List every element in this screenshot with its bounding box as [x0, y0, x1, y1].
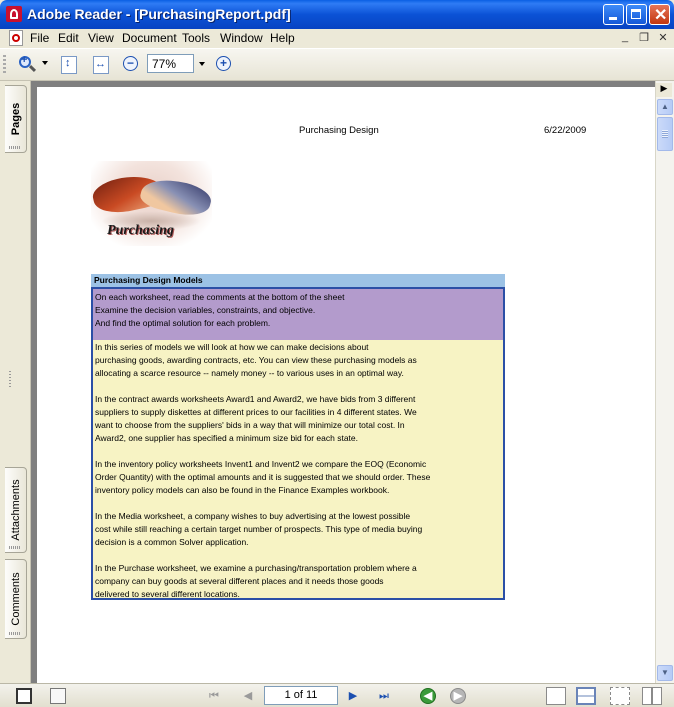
pdf-page: Purchasing Design 6/22/2009 Purchasing P…: [37, 87, 655, 683]
menu-help[interactable]: Help: [270, 31, 295, 45]
zoom-level-dropdown-icon[interactable]: [199, 62, 205, 66]
window-title: Adobe Reader - [PurchasingReport.pdf]: [27, 6, 291, 22]
zoom-in-button[interactable]: +: [216, 56, 231, 71]
toolbar: ↕ ↔ − 77% +: [0, 48, 674, 81]
previous-page-icon[interactable]: ◀: [240, 688, 256, 704]
intro-line: Examine the decision variables, constrai…: [95, 305, 316, 315]
body-line: decision is a common Solver application.: [95, 537, 249, 547]
facing-layout-icon[interactable]: [642, 687, 662, 705]
menu-file[interactable]: File: [30, 31, 49, 45]
continuous-layout-icon[interactable]: [576, 687, 596, 705]
body-line: allocating a scarce resource -- namely m…: [95, 368, 404, 378]
show-panels-icon[interactable]: [16, 688, 32, 704]
fit-width-button[interactable]: ↔: [90, 54, 112, 76]
body-line: inventory policy models can also be foun…: [95, 485, 390, 495]
tab-pages[interactable]: Pages: [5, 85, 27, 153]
next-page-icon[interactable]: ▶: [345, 688, 361, 704]
scroll-down-icon[interactable]: ▼: [657, 665, 673, 681]
body-section: In this series of models we will look at…: [93, 340, 503, 599]
document-properties-icon[interactable]: [50, 688, 66, 704]
intro-line: On each worksheet, read the comments at …: [95, 292, 345, 302]
pdf-document-icon[interactable]: [9, 30, 23, 46]
navigation-panel: Pages Attachments Comments: [0, 81, 31, 683]
menu-document[interactable]: Document: [122, 31, 177, 45]
minimize-window-button[interactable]: [603, 4, 624, 25]
toolbar-grip-icon[interactable]: [3, 55, 6, 75]
body-line: In the inventory policy worksheets Inven…: [95, 459, 427, 469]
single-page-layout-icon[interactable]: [546, 687, 566, 705]
first-page-icon[interactable]: ⏮: [206, 688, 222, 704]
adobe-reader-app-icon[interactable]: [6, 6, 22, 22]
zoom-out-button[interactable]: −: [123, 56, 138, 71]
fit-page-button[interactable]: ↕: [58, 54, 80, 76]
body-line: In this series of models we will look at…: [95, 342, 369, 352]
scrollbar-thumb[interactable]: [657, 117, 673, 151]
document-restore-button[interactable]: ❐: [636, 31, 652, 45]
menu-window[interactable]: Window: [220, 31, 263, 45]
document-minimize-button[interactable]: _: [617, 31, 633, 45]
body-line: cost while still reaching a certain targ…: [95, 524, 423, 534]
intro-section: On each worksheet, read the comments at …: [93, 289, 503, 340]
scroll-up-icon[interactable]: ▲: [657, 99, 673, 115]
show-panel-arrow-icon[interactable]: ▶: [656, 83, 672, 97]
tab-attachments-label: Attachments: [9, 479, 22, 541]
tab-attachments[interactable]: Attachments: [5, 467, 27, 553]
zoom-tool-dropdown-icon[interactable]: [42, 61, 48, 65]
page-number-field[interactable]: 1 of 11: [264, 686, 338, 705]
maximize-window-button[interactable]: [626, 4, 647, 25]
document-close-button[interactable]: ✕: [655, 31, 671, 45]
textbox-heading: Purchasing Design Models: [91, 274, 505, 287]
continuous-facing-layout-icon[interactable]: [610, 687, 630, 705]
menu-tools[interactable]: Tools: [182, 31, 210, 45]
body-line: suppliers to supply diskettes at differe…: [95, 407, 417, 417]
menu-view[interactable]: View: [88, 31, 114, 45]
vertical-scrollbar[interactable]: ▲ ▼: [655, 81, 674, 683]
body-line: company can buy goods at several differe…: [95, 576, 384, 586]
zoom-in-tool-button[interactable]: [16, 54, 38, 76]
maximize-icon: [631, 9, 641, 19]
body-line: want to choose from the suppliers' bids …: [95, 420, 405, 430]
body-line: delivered to several different locations…: [95, 589, 240, 599]
body-line: In the contract awards worksheets Award1…: [95, 394, 416, 404]
status-bar: ⏮ ◀ 1 of 11 ▶ ⏭ ◀ ▶: [0, 683, 674, 707]
title-bar: Adobe Reader - [PurchasingReport.pdf] ✕: [0, 0, 674, 29]
document-view[interactable]: Purchasing Design 6/22/2009 Purchasing P…: [31, 81, 655, 683]
go-back-icon[interactable]: ◀: [420, 688, 436, 704]
tab-comments-label: Comments: [9, 572, 22, 626]
body-line: Order Quantity) with the optimal amounts…: [95, 472, 431, 482]
textbox: On each worksheet, read the comments at …: [91, 287, 505, 600]
menu-edit[interactable]: Edit: [58, 31, 79, 45]
page-header-date: 6/22/2009: [544, 125, 587, 136]
last-page-icon[interactable]: ⏭: [376, 688, 392, 704]
handshake-image: Purchasing: [91, 161, 212, 246]
minimize-icon: [609, 17, 617, 20]
body-line: In the Purchase worksheet, we examine a …: [95, 563, 417, 573]
close-window-button[interactable]: ✕: [649, 4, 670, 25]
magnifier-icon: [28, 64, 37, 73]
intro-line: And find the optimal solution for each p…: [95, 318, 271, 328]
tab-pages-label: Pages: [9, 102, 22, 136]
panel-splitter-grip[interactable]: [9, 371, 11, 387]
body-line: purchasing goods, awarding contracts, et…: [95, 355, 417, 365]
close-icon: ✕: [654, 7, 668, 24]
body-line: In the Media worksheet, a company wishes…: [95, 511, 411, 521]
body-line: Award2, one supplier has specified a min…: [95, 433, 359, 443]
page-header-title: Purchasing Design: [299, 125, 379, 136]
go-forward-icon[interactable]: ▶: [450, 688, 466, 704]
zoom-level-input[interactable]: 77%: [147, 54, 194, 73]
tab-comments[interactable]: Comments: [5, 559, 27, 639]
image-caption: Purchasing: [107, 223, 174, 238]
menu-bar: File Edit View Document Tools Window Hel…: [0, 29, 674, 48]
